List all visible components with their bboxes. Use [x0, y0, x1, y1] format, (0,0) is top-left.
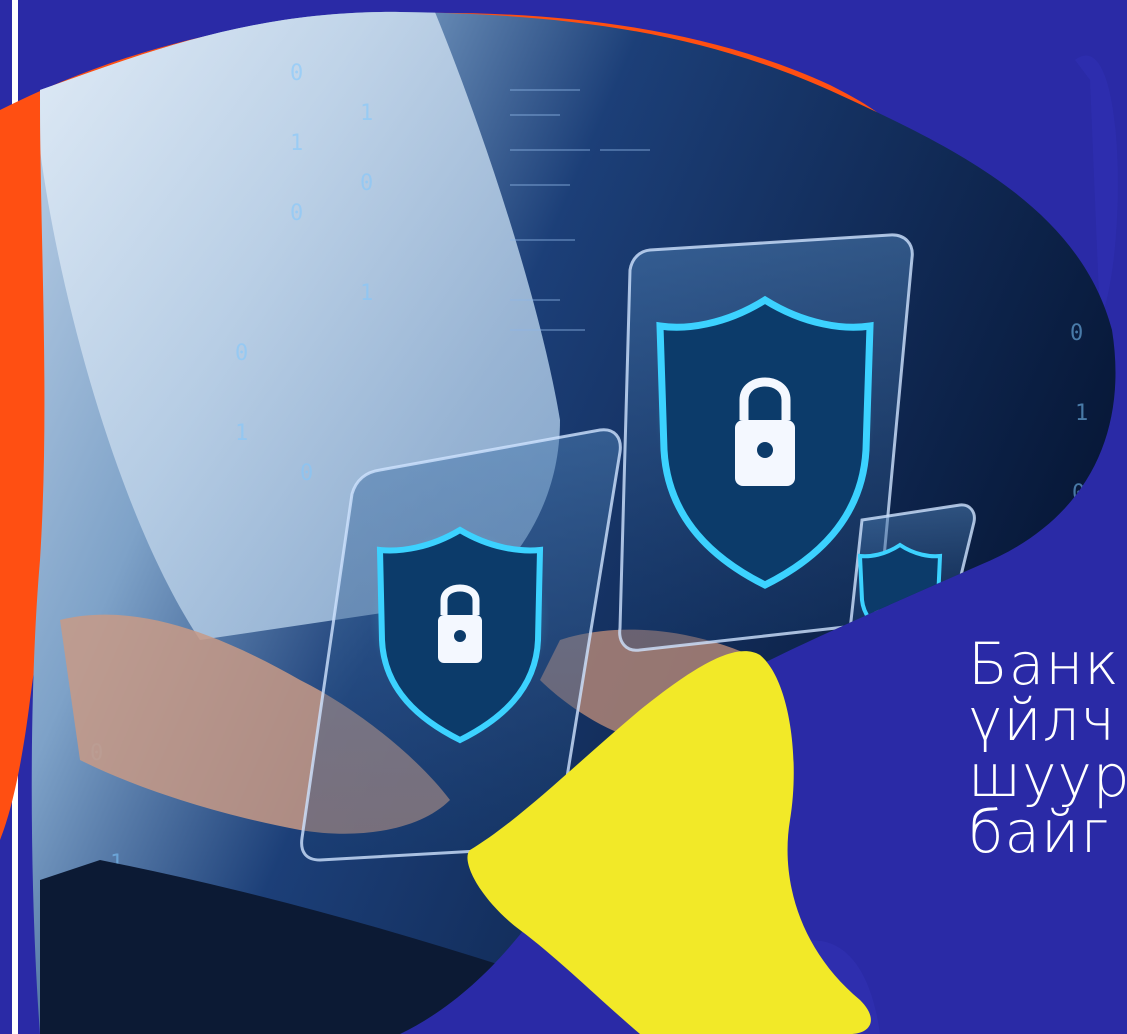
headline-line-3: шуур — [968, 742, 1127, 810]
svg-text:1: 1 — [290, 131, 303, 156]
svg-text:0: 0 — [360, 171, 373, 196]
svg-text:0: 0 — [1072, 481, 1085, 506]
headline-line-1: Банк — [968, 630, 1120, 698]
svg-text:1: 1 — [235, 421, 248, 446]
headline-line-4: байг — [968, 798, 1110, 866]
slide: 010 101 010 010 010 — [0, 0, 1127, 1034]
svg-text:1: 1 — [1075, 401, 1088, 426]
svg-text:0: 0 — [235, 341, 248, 366]
svg-text:0: 0 — [1070, 321, 1083, 346]
headline-line-2: үйлч — [968, 686, 1116, 754]
svg-text:0: 0 — [290, 201, 303, 226]
svg-text:0: 0 — [300, 461, 313, 486]
headline: Банк үйлч шуур байг — [968, 630, 1127, 866]
svg-text:0: 0 — [290, 61, 303, 86]
hero-illustration: 010 101 010 010 010 — [0, 11, 1118, 1034]
svg-text:1: 1 — [360, 101, 373, 126]
shield-lock-icon-small — [857, 542, 943, 643]
svg-text:1: 1 — [360, 281, 373, 306]
